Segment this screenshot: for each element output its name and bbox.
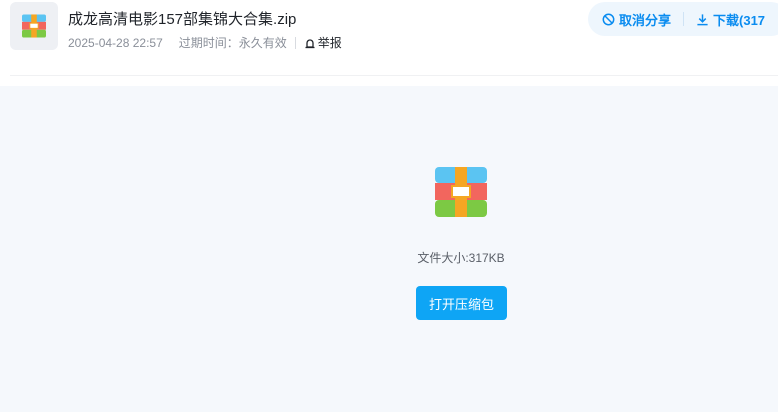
- actions-divider: [683, 12, 685, 26]
- download-icon: [697, 13, 708, 25]
- report-label: 举报: [317, 36, 342, 50]
- open-archive-button[interactable]: 打开压缩包: [416, 286, 507, 320]
- zip-archive-icon: [22, 14, 46, 38]
- file-title: 成龙高清电影157部集锦大合集.zip: [68, 11, 297, 28]
- download-button[interactable]: 下载(317: [696, 10, 765, 29]
- report-button[interactable]: 举报: [304, 34, 342, 51]
- cancel-share-label: 取消分享: [619, 12, 672, 28]
- share-actions: 取消分享 下载(317: [588, 2, 778, 36]
- file-thumbnail: [10, 2, 58, 50]
- file-date: 2025-04-28 22:57: [68, 35, 163, 50]
- ban-icon: [602, 13, 615, 25]
- download-label: 下载(317: [713, 12, 766, 28]
- meta-divider: [294, 36, 296, 49]
- expiry-text: 过期时间：永久有效: [178, 36, 287, 50]
- cancel-share-button[interactable]: 取消分享: [602, 10, 671, 29]
- header-divider: [10, 75, 778, 76]
- alarm-icon: [305, 38, 315, 48]
- file-meta: 2025-04-28 22:57 过期时间：永久有效 举报: [68, 34, 342, 51]
- file-size-text: 文件大小:317KB: [417, 251, 505, 265]
- file-header: 成龙高清电影157部集锦大合集.zip 2025-04-28 22:57 过期时…: [0, 0, 778, 78]
- zip-archive-icon: [435, 167, 487, 217]
- preview-area: 文件大小:317KB 打开压缩包: [0, 86, 778, 412]
